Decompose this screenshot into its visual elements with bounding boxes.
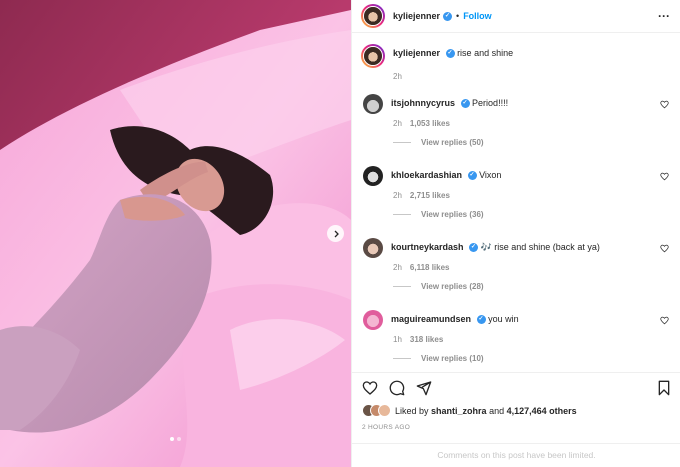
caption-meta: 2h: [393, 72, 673, 81]
next-slide-button[interactable]: [327, 225, 344, 242]
caption-text: rise and shine: [457, 48, 514, 58]
like-comment-heart-icon[interactable]: [660, 316, 669, 325]
follow-button[interactable]: Follow: [463, 11, 492, 21]
chevron-right-icon: [334, 230, 339, 237]
likes-prefix: Liked by: [395, 405, 429, 416]
verified-badge-icon: ✓: [460, 99, 470, 109]
comment-item: itsjohnnycyrus ✓ Period!!!! 2h 1,053 lik…: [361, 94, 673, 147]
comment-likes[interactable]: 6,118 likes: [410, 263, 450, 272]
comment-item: kourtneykardash ✓ 🎶 rise and shine (back…: [361, 238, 673, 291]
likes-text: Liked by shanti_zohra and 4,127,464 othe…: [395, 406, 577, 416]
post-timestamp[interactable]: 2 HOURS AGO: [362, 424, 410, 431]
caption-avatar[interactable]: [361, 44, 385, 68]
view-replies-label: View replies (28): [421, 282, 484, 291]
comment-meta: 2h 2,715 likes: [393, 191, 673, 200]
likes-summary: Liked by shanti_zohra and 4,127,464 othe…: [362, 404, 577, 417]
view-replies-label: View replies (36): [421, 210, 484, 219]
replies-line: [393, 286, 411, 287]
author-username[interactable]: kyliejenner: [393, 11, 440, 21]
like-heart-icon[interactable]: [362, 380, 378, 396]
replies-line: [393, 214, 411, 215]
more-horizontal-icon[interactable]: ···: [658, 9, 670, 23]
author-avatar[interactable]: [361, 4, 385, 28]
comment-username[interactable]: kourtneykardash: [391, 242, 464, 252]
comment-bubble-icon[interactable]: [389, 380, 405, 396]
post-side-panel: kyliejenner ✓ • Follow ··· kyliejenner ✓…: [351, 0, 680, 467]
separator-dot: •: [456, 11, 460, 21]
likes-others[interactable]: 4,127,464 others: [507, 406, 577, 416]
post-caption: kyliejenner ✓ rise and shine 2h: [361, 44, 673, 81]
like-comment-heart-icon[interactable]: [660, 244, 669, 253]
carousel-dot: [177, 437, 181, 441]
post-header: kyliejenner ✓ • Follow ···: [352, 0, 680, 33]
view-replies-button[interactable]: View replies (28): [393, 282, 673, 291]
comment-meta: 2h 1,053 likes: [393, 119, 673, 128]
view-replies-button[interactable]: View replies (10): [393, 354, 673, 363]
verified-badge-icon: ✓: [443, 11, 453, 21]
post-photo: [0, 0, 351, 467]
commenter-avatar[interactable]: [363, 94, 383, 114]
action-bar: [352, 372, 680, 402]
verified-badge-icon: ✓: [469, 243, 479, 253]
comment-text-line: maguireamundsen ✓ you win: [391, 310, 519, 325]
commenter-avatar[interactable]: [363, 238, 383, 258]
carousel-indicator: [170, 437, 181, 441]
liker-avatar: [378, 404, 391, 417]
comment-text-line: khloekardashian ✓ Vixon: [391, 166, 501, 181]
comment-text: 🎶 rise and shine (back at ya): [480, 242, 600, 252]
verified-badge-icon: ✓: [467, 171, 477, 181]
carousel-dot-active: [170, 437, 174, 441]
view-replies-button[interactable]: View replies (50): [393, 138, 673, 147]
view-replies-label: View replies (50): [421, 138, 484, 147]
commenter-avatar[interactable]: [363, 166, 383, 186]
verified-badge-icon: ✓: [445, 49, 455, 59]
commenter-avatar[interactable]: [363, 310, 383, 330]
likes-conjunction: and: [489, 405, 505, 416]
comment-text: Period!!!!: [472, 98, 509, 108]
comment-likes[interactable]: 1,053 likes: [410, 119, 450, 128]
comments-limited-notice: Comments on this post have been limited.: [352, 443, 680, 467]
instagram-post: kyliejenner ✓ • Follow ··· kyliejenner ✓…: [0, 0, 680, 467]
like-comment-heart-icon[interactable]: [660, 172, 669, 181]
comment-text: Vixon: [479, 170, 502, 180]
liker-username[interactable]: shanti_zohra: [431, 406, 487, 416]
comment-username[interactable]: itsjohnnycyrus: [391, 98, 455, 108]
replies-line: [393, 358, 411, 359]
comment-meta: 2h 6,118 likes: [393, 263, 673, 272]
comment-likes[interactable]: 2,715 likes: [410, 191, 450, 200]
comment-text-line: itsjohnnycyrus ✓ Period!!!!: [391, 94, 508, 109]
comment-item: maguireamundsen ✓ you win 1h 318 likes V…: [361, 310, 673, 363]
comment-time[interactable]: 2h: [393, 119, 402, 128]
view-replies-button[interactable]: View replies (36): [393, 210, 673, 219]
replies-line: [393, 142, 411, 143]
comment-time[interactable]: 2h: [393, 263, 402, 272]
caption-text-line: kyliejenner ✓ rise and shine: [393, 44, 513, 59]
view-replies-label: View replies (10): [421, 354, 484, 363]
comment-item: khloekardashian ✓ Vixon 2h 2,715 likes V…: [361, 166, 673, 219]
save-bookmark-icon[interactable]: [656, 380, 672, 396]
comment-text-line: kourtneykardash ✓ 🎶 rise and shine (back…: [391, 238, 600, 253]
caption-time[interactable]: 2h: [393, 72, 402, 81]
like-comment-heart-icon[interactable]: [660, 100, 669, 109]
comment-text: you win: [488, 314, 519, 324]
share-paper-plane-icon[interactable]: [416, 380, 432, 396]
comment-username[interactable]: maguireamundsen: [391, 314, 471, 324]
comment-time[interactable]: 2h: [393, 191, 402, 200]
verified-badge-icon: ✓: [476, 315, 486, 325]
comment-meta: 1h 318 likes: [393, 335, 673, 344]
caption-username[interactable]: kyliejenner: [393, 48, 440, 58]
post-media[interactable]: [0, 0, 351, 467]
comment-time[interactable]: 1h: [393, 335, 402, 344]
comment-username[interactable]: khloekardashian: [391, 170, 462, 180]
comment-likes[interactable]: 318 likes: [410, 335, 443, 344]
